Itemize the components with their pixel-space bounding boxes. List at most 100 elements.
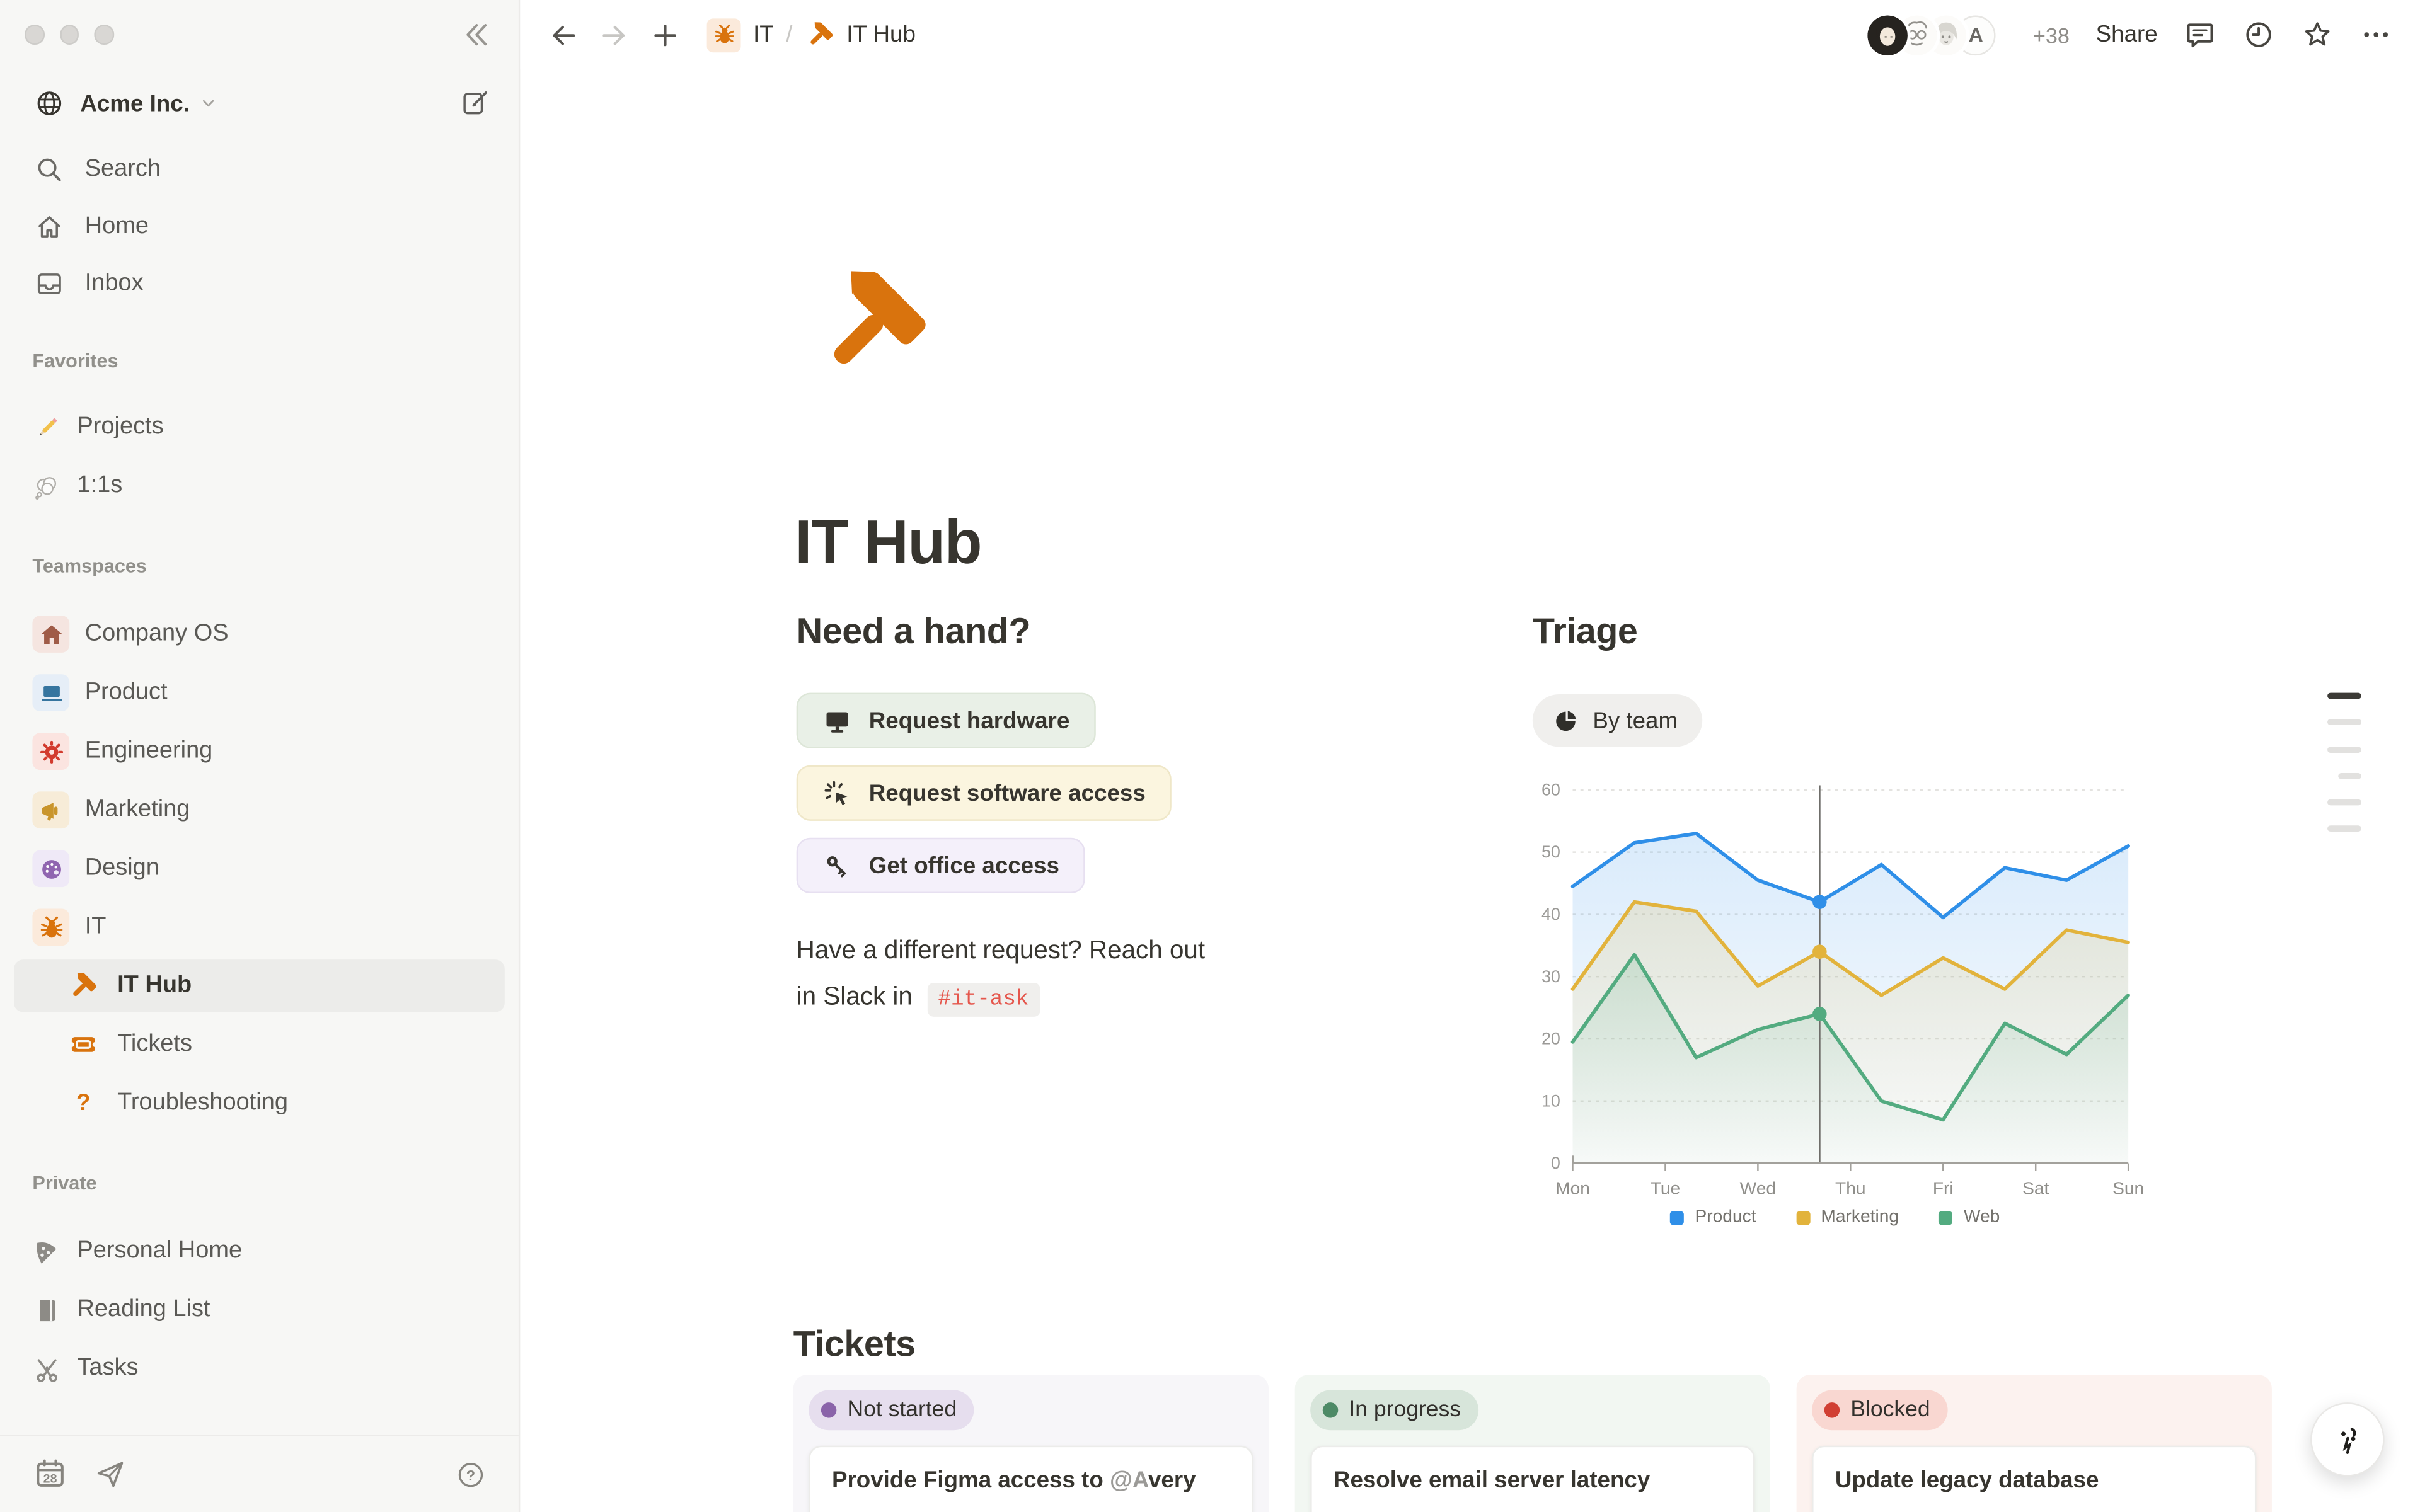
workspace-switcher[interactable]: Acme Inc. — [0, 80, 519, 126]
window-zoom-button[interactable] — [94, 25, 113, 44]
sidebar-item-projects[interactable]: Projects — [0, 398, 519, 457]
ticket-icon — [68, 1029, 99, 1060]
section-label-private[interactable]: Private — [32, 1172, 96, 1194]
sidebar-nav: Search Home Inbox — [0, 140, 519, 312]
inbox-icon — [34, 268, 65, 299]
legend-item[interactable]: Web — [1939, 1208, 2000, 1227]
sidebar-item-home[interactable]: Home — [0, 197, 519, 255]
card-mention[interactable]: @Avery — [1110, 1467, 1196, 1494]
sidebar-footer: 28 ? — [0, 1435, 519, 1512]
pencil-icon — [32, 413, 62, 442]
sidebar-item-it-hub[interactable]: IT Hub — [14, 959, 505, 1012]
svg-text:60: 60 — [1541, 780, 1560, 799]
favorites-group: Projects 1:1s — [0, 398, 519, 515]
breadcrumb-it[interactable] — [707, 18, 741, 52]
ticket-card[interactable]: Resolve email server latency — [1310, 1446, 1754, 1512]
request-hardware-button[interactable]: Request hardware — [797, 693, 1096, 748]
status-pill-in-progress[interactable]: In progress — [1310, 1390, 1478, 1431]
sidebar-item-it[interactable]: IT — [0, 898, 519, 956]
need-a-hand-section: Need a hand? Request hardware Request so… — [797, 611, 1402, 1048]
more-options-icon[interactable] — [2360, 18, 2392, 50]
section-label-favorites[interactable]: Favorites — [32, 350, 118, 372]
sidebar-item-product[interactable]: Product — [0, 663, 519, 722]
toc-bar[interactable] — [2327, 693, 2361, 699]
sidebar-item-tasks[interactable]: Tasks — [0, 1339, 519, 1398]
ticket-card[interactable]: Provide Figma access to @Avery — [809, 1446, 1253, 1512]
teamspaces-group: Company OS Product Engineering Marketing… — [0, 605, 519, 1133]
back-icon[interactable] — [548, 20, 579, 50]
kanban-column-blocked: Blocked Update legacy database — [1797, 1375, 2272, 1512]
area-chart: MonTueWedThuFriSatSun0102030405060 — [1533, 777, 2138, 1206]
request-software-access-button[interactable]: Request software access — [797, 765, 1172, 821]
section-label-teamspaces[interactable]: Teamspaces — [32, 556, 147, 577]
status-label: Blocked — [1850, 1398, 1930, 1423]
breadcrumb-it-label[interactable]: IT — [753, 21, 774, 48]
legend-label: Web — [1964, 1208, 2000, 1227]
sidebar-item-personal-home[interactable]: Personal Home — [0, 1222, 519, 1281]
ai-face-icon — [2327, 1419, 2368, 1460]
new-page-icon[interactable] — [650, 20, 681, 50]
sidebar-item-label: Inbox — [85, 269, 144, 297]
compose-button[interactable] — [460, 88, 491, 119]
help-icon[interactable]: ? — [455, 1459, 486, 1490]
chevron-down-icon — [199, 94, 217, 112]
forward-icon[interactable] — [599, 20, 630, 50]
window-close-button[interactable] — [25, 25, 44, 44]
legend-item[interactable]: Product — [1670, 1208, 1756, 1227]
sidebar-collapse-icon[interactable] — [458, 18, 490, 50]
status-dot — [821, 1402, 836, 1418]
sidebar-item-troubleshooting[interactable]: ? Troubleshooting — [0, 1074, 519, 1132]
topbar: IT / IT Hub A +38 Share — [520, 0, 2420, 69]
updates-clock-icon[interactable] — [2242, 18, 2274, 50]
toc-bar[interactable] — [2327, 719, 2361, 726]
collaborators-more-count[interactable]: +38 — [2033, 23, 2070, 47]
breadcrumb-separator: / — [786, 21, 792, 48]
notion-ai-button[interactable] — [2310, 1402, 2385, 1477]
toc-bar[interactable] — [2327, 746, 2361, 752]
toc-bar[interactable] — [2327, 826, 2361, 832]
favorite-star-icon[interactable] — [2301, 18, 2333, 50]
comments-icon[interactable] — [2184, 18, 2216, 50]
note-line2: in Slack in — [797, 983, 913, 1011]
toc-bar[interactable] — [2327, 799, 2361, 806]
status-pill-blocked[interactable]: Blocked — [1812, 1390, 1947, 1431]
send-icon[interactable] — [94, 1458, 126, 1490]
sidebar-item-design[interactable]: Design — [0, 839, 519, 898]
page-icon-hammer[interactable] — [814, 262, 935, 384]
calendar-day: 28 — [32, 1471, 67, 1485]
slack-channel-chip[interactable]: #it-ask — [927, 983, 1039, 1017]
sidebar-item-company-os[interactable]: Company OS — [0, 605, 519, 663]
toc-bar[interactable] — [2338, 773, 2361, 779]
by-team-toggle[interactable]: By team — [1533, 694, 1702, 747]
status-dot — [1824, 1402, 1840, 1418]
avatar[interactable] — [1868, 14, 1908, 55]
svg-text:Thu: Thu — [1835, 1179, 1866, 1198]
palette-icon — [38, 856, 64, 882]
share-button[interactable]: Share — [2096, 21, 2158, 48]
sidebar-item-engineering[interactable]: Engineering — [0, 722, 519, 781]
window-minimize-button[interactable] — [59, 25, 79, 44]
button-label: Get office access — [869, 852, 1059, 879]
need-a-hand-heading: Need a hand? — [797, 611, 1402, 653]
calendar-button[interactable]: 28 — [32, 1457, 67, 1492]
sidebar-item-1-1s[interactable]: 1:1s — [0, 457, 519, 515]
page-title[interactable]: IT Hub — [795, 509, 981, 578]
legend-item[interactable]: Marketing — [1796, 1208, 1899, 1227]
sidebar-item-reading-list[interactable]: Reading List — [0, 1281, 519, 1339]
breadcrumb: IT / IT Hub — [707, 18, 916, 52]
kanban-column-not-started: Not started Provide Figma access to @Ave… — [793, 1375, 1269, 1512]
sidebar-item-search[interactable]: Search — [0, 140, 519, 198]
status-pill-not-started[interactable]: Not started — [809, 1390, 974, 1431]
ticket-card[interactable]: Update legacy database — [1812, 1446, 2256, 1512]
pie-chart-icon — [1553, 707, 1579, 734]
sidebar-item-inbox[interactable]: Inbox — [0, 255, 519, 312]
legend-label: Marketing — [1821, 1208, 1899, 1227]
svg-text:Mon: Mon — [1555, 1179, 1590, 1198]
sidebar-item-label: IT Hub — [117, 972, 192, 1000]
sidebar-item-label: Troubleshooting — [117, 1089, 288, 1117]
sidebar-item-marketing[interactable]: Marketing — [0, 781, 519, 839]
monitor-icon — [822, 706, 852, 735]
get-office-access-button[interactable]: Get office access — [797, 838, 1086, 893]
sidebar-item-tickets[interactable]: Tickets — [0, 1015, 519, 1074]
breadcrumb-it-hub-label[interactable]: IT Hub — [846, 21, 916, 48]
